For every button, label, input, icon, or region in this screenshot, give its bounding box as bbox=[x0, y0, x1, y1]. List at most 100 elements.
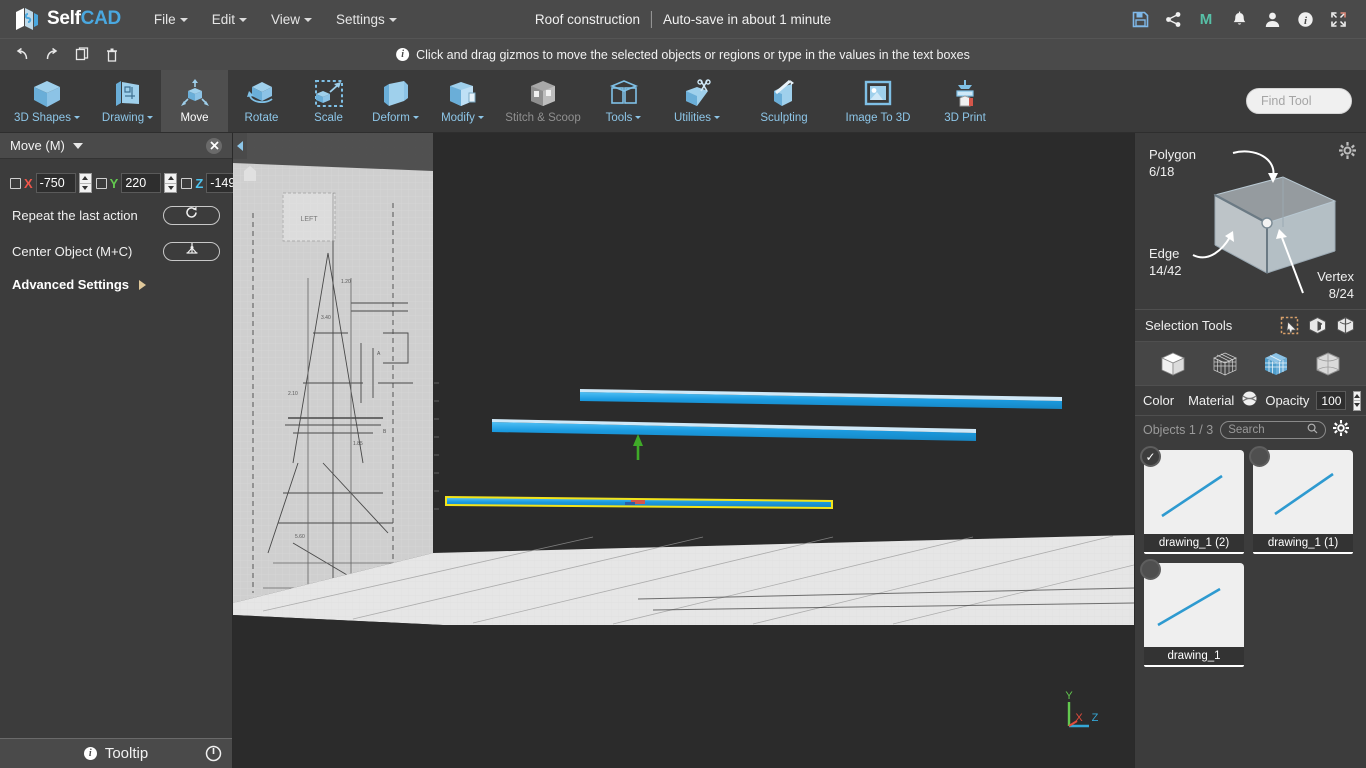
menu-item-file[interactable]: File bbox=[143, 6, 199, 33]
edge-stat-value: 14/42 bbox=[1149, 263, 1182, 278]
mesh-stats-panel: Polygon 6/18 Edge 14/42 Vertex 8/24 bbox=[1135, 133, 1366, 310]
drawing-icon bbox=[112, 79, 144, 109]
object-card-1[interactable]: drawing_1 (1) bbox=[1249, 446, 1353, 554]
tool-scale[interactable]: Scale bbox=[295, 70, 362, 132]
center-object-row: Center Object (M+C) bbox=[0, 237, 232, 265]
redo-icon[interactable] bbox=[38, 42, 66, 68]
close-icon[interactable] bbox=[206, 137, 222, 154]
info-icon[interactable]: i bbox=[1290, 4, 1320, 34]
move-x-checkbox[interactable] bbox=[10, 177, 21, 189]
project-title: Roof construction bbox=[534, 11, 640, 27]
move-y-checkbox[interactable] bbox=[95, 177, 107, 189]
move-z-checkbox[interactable] bbox=[181, 177, 193, 189]
tool-drawing-label: Drawing bbox=[102, 112, 154, 127]
menu-item-view[interactable]: View bbox=[260, 6, 323, 33]
copy-icon[interactable] bbox=[68, 42, 96, 68]
move-y-label: Y bbox=[109, 175, 119, 191]
collapse-left-panel-button[interactable] bbox=[233, 133, 247, 159]
polygon-stat-value: 6/18 bbox=[1149, 164, 1175, 179]
tool-3d-print[interactable]: 3D Print bbox=[925, 70, 1005, 132]
tool-sculpting[interactable]: Sculpting bbox=[737, 70, 831, 132]
shaded-wireframe-view-icon[interactable] bbox=[1261, 349, 1291, 379]
tool-stitch-and-scoop[interactable]: Stitch & Scoop bbox=[496, 70, 590, 132]
object-selected-checkbox[interactable]: ✓ bbox=[1140, 446, 1161, 467]
repeat-last-action-button[interactable] bbox=[163, 205, 220, 225]
advanced-settings-row[interactable]: Advanced Settings bbox=[0, 265, 232, 292]
object-selected-checkbox[interactable] bbox=[1249, 446, 1270, 467]
menu-item-file-label: File bbox=[153, 11, 176, 27]
viewport-canvas[interactable]: 3.402.10 1.85A B5.60 1.20D LEFT bbox=[233, 133, 1134, 768]
find-tool-input[interactable] bbox=[1261, 94, 1351, 108]
save-icon[interactable] bbox=[1125, 4, 1155, 34]
tool-stitch-and-scoop-label: Stitch & Scoop bbox=[505, 112, 581, 124]
main-toolbar: 3D Shapes Drawing Move Rotate Scale Defo… bbox=[0, 70, 1366, 133]
undo-icon[interactable] bbox=[8, 42, 36, 68]
tool-image-to-3d[interactable]: Image To 3D bbox=[831, 70, 925, 132]
app-logo[interactable]: SelfCAD bbox=[0, 6, 121, 32]
chevron-down-icon[interactable] bbox=[72, 142, 83, 149]
material-sphere-icon[interactable] bbox=[1241, 390, 1258, 412]
check-icon: ✓ bbox=[1145, 449, 1156, 464]
move-y-group: Y bbox=[95, 173, 178, 193]
reference-plane-label: LEFT bbox=[282, 192, 336, 242]
center-object-button[interactable] bbox=[163, 241, 220, 261]
objects-header-row: Objects 1 / 3 bbox=[1135, 416, 1366, 444]
tool-modify[interactable]: Modify bbox=[429, 70, 496, 132]
opacity-stepper[interactable] bbox=[1353, 390, 1362, 411]
notifications-bell-icon[interactable] bbox=[1224, 4, 1254, 34]
share-icon[interactable] bbox=[1158, 4, 1188, 34]
tool-drawing[interactable]: Drawing bbox=[94, 70, 161, 132]
objects-search-input[interactable] bbox=[1228, 424, 1308, 436]
main-area: Move (M) X Y bbox=[0, 133, 1366, 768]
3d-viewport[interactable]: 3.402.10 1.85A B5.60 1.20D LEFT bbox=[233, 133, 1134, 768]
tool-deform[interactable]: Deform bbox=[362, 70, 429, 132]
svg-text:M: M bbox=[1200, 11, 1213, 28]
search-icon bbox=[1307, 421, 1318, 439]
tooltip-bar: i Tooltip bbox=[0, 738, 232, 768]
utilities-icon bbox=[681, 79, 713, 109]
opacity-label: Opacity bbox=[1265, 393, 1310, 408]
menu-item-edit[interactable]: Edit bbox=[201, 6, 258, 33]
move-y-stepper[interactable] bbox=[164, 173, 178, 193]
move-x-input[interactable] bbox=[35, 173, 76, 193]
tooltip-toggle-icon[interactable] bbox=[205, 745, 222, 762]
move-panel-header: Move (M) bbox=[0, 133, 232, 159]
polygon-select-icon[interactable] bbox=[1306, 315, 1328, 337]
opacity-input[interactable] bbox=[1316, 391, 1347, 410]
wireframe-view-icon[interactable] bbox=[1210, 349, 1240, 379]
tool-move[interactable]: Move bbox=[161, 70, 228, 132]
selection-tools-label: Selection Tools bbox=[1145, 318, 1233, 333]
fullscreen-icon[interactable] bbox=[1323, 4, 1353, 34]
menu-item-settings[interactable]: Settings bbox=[325, 6, 408, 33]
top-menu-bar: SelfCAD File Edit View Settings Roof con… bbox=[0, 0, 1366, 38]
axis-orientation-gizmo[interactable]: Y X Z bbox=[1062, 688, 1108, 734]
move-x-group: X bbox=[10, 173, 92, 193]
move-y-input[interactable] bbox=[121, 173, 162, 193]
user-account-icon[interactable] bbox=[1257, 4, 1287, 34]
object-card-0[interactable]: ✓ drawing_1 (2) bbox=[1140, 446, 1244, 554]
find-tool-search[interactable] bbox=[1246, 88, 1352, 114]
tool-3d-shapes[interactable]: 3D Shapes bbox=[0, 70, 94, 132]
move-x-stepper[interactable] bbox=[78, 173, 92, 193]
objects-search[interactable] bbox=[1220, 421, 1327, 439]
info-icon: i bbox=[83, 747, 97, 760]
objects-settings-gear-icon[interactable] bbox=[1333, 419, 1350, 441]
loop-select-icon[interactable] bbox=[1334, 315, 1356, 337]
tool-tools[interactable]: Tools bbox=[590, 70, 657, 132]
tool-utilities[interactable]: Utilities bbox=[657, 70, 737, 132]
tool-3d-print-label: 3D Print bbox=[944, 112, 986, 124]
tool-rotate[interactable]: Rotate bbox=[228, 70, 295, 132]
object-card-2[interactable]: drawing_1 bbox=[1140, 559, 1244, 667]
delete-icon[interactable] bbox=[98, 42, 126, 68]
deform-icon bbox=[380, 79, 412, 109]
selfcad-logo-icon bbox=[14, 6, 40, 32]
rectangle-select-icon[interactable] bbox=[1278, 315, 1300, 337]
mirror-m-icon[interactable]: M bbox=[1191, 4, 1221, 34]
tools-icon bbox=[608, 79, 640, 109]
svg-text:3.40: 3.40 bbox=[321, 315, 331, 321]
title-divider bbox=[650, 10, 652, 28]
transparent-view-icon[interactable] bbox=[1313, 349, 1343, 379]
object-selected-checkbox[interactable] bbox=[1140, 559, 1161, 580]
solid-view-icon[interactable] bbox=[1158, 349, 1188, 379]
material-row: Color Material Opacity bbox=[1135, 386, 1366, 416]
